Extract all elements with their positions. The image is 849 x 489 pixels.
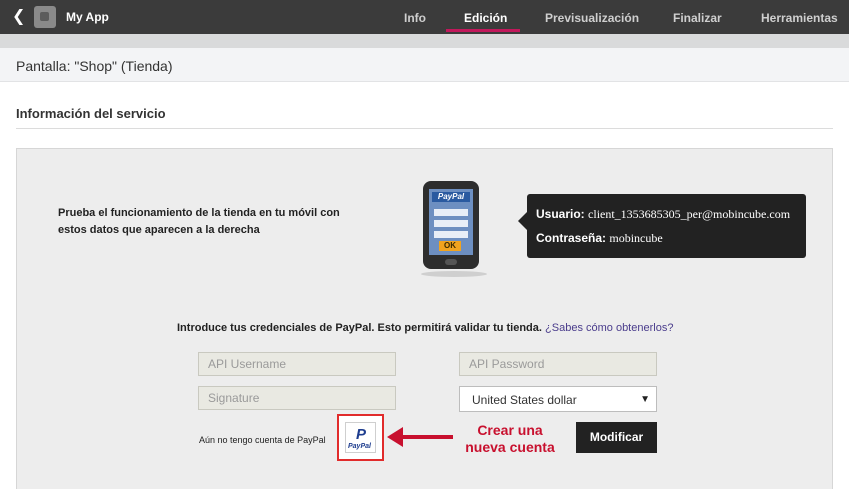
dropdown-arrow-icon: ▼ — [640, 394, 650, 405]
tab-finalizar[interactable]: Finalizar — [673, 11, 722, 25]
phone-shadow — [421, 271, 487, 277]
section-divider — [16, 128, 833, 129]
red-arrow-icon — [387, 427, 453, 447]
tab-info[interactable]: Info — [404, 11, 426, 25]
modify-button[interactable]: Modificar — [576, 422, 657, 453]
phone-screen: PayPal OK — [429, 189, 473, 255]
main-content: Pantalla: "Shop" (Tienda) Información de… — [0, 48, 849, 489]
password-value: mobincube — [609, 231, 663, 245]
paypal-logo-icon: P PayPal — [345, 422, 376, 453]
currency-selected: United States dollar — [472, 393, 577, 407]
password-label: Contraseña: — [536, 231, 607, 245]
annotation-line-2: nueva cuenta — [465, 439, 555, 455]
phone-field-1 — [434, 209, 468, 216]
section-title: Información del servicio — [16, 106, 166, 121]
service-panel: Prueba el funcionamiento de la tienda en… — [16, 148, 833, 489]
screen-title: Pantalla: "Shop" (Tienda) — [16, 58, 173, 74]
how-to-obtain-link[interactable]: ¿Sabes cómo obtenerlos? — [545, 322, 673, 334]
back-arrow-icon[interactable]: ❮ — [12, 8, 26, 26]
credentials-user-line: Usuario: client_1353685305_per@mobincube… — [536, 207, 790, 222]
signature-input[interactable]: Signature — [198, 386, 396, 410]
api-username-input[interactable]: API Username — [198, 352, 396, 376]
user-value: client_1353685305_per@mobincube.com — [588, 207, 791, 221]
user-label: Usuario: — [536, 207, 585, 221]
no-account-text: Aún no tengo cuenta de PayPal — [199, 435, 326, 445]
paypal-logo-text: PayPal — [348, 443, 371, 450]
paypal-signup-button[interactable]: P PayPal — [337, 414, 384, 461]
test-instructions: Prueba el funcionamiento de la tienda en… — [58, 207, 340, 236]
phone-ok-button: OK — [439, 241, 461, 251]
app-icon — [34, 6, 56, 28]
tab-previsualizacion[interactable]: Previsualización — [545, 11, 639, 25]
tab-herramientas[interactable]: Herramientas — [761, 11, 838, 25]
phone-paypal-brand: PayPal — [432, 192, 470, 202]
paypal-intro: Introduce tus credenciales de PayPal. Es… — [177, 322, 673, 334]
paypal-logo-mark: P — [356, 426, 367, 443]
active-tab-indicator — [446, 29, 520, 32]
credentials-tooltip: Usuario: client_1353685305_per@mobincube… — [518, 194, 806, 258]
phone-home-button — [445, 259, 457, 265]
tab-edicion[interactable]: Edición — [464, 11, 507, 25]
paypal-intro-text: Introduce tus credenciales de PayPal. Es… — [177, 322, 542, 334]
app-name: My App — [66, 10, 109, 24]
api-password-input[interactable]: API Password — [459, 352, 657, 376]
phone-field-3 — [434, 231, 468, 238]
credentials-password-line: Contraseña: mobincube — [536, 231, 663, 246]
currency-select[interactable]: United States dollar ▼ — [459, 386, 657, 412]
phone-field-2 — [434, 220, 468, 227]
phone-illustration-icon: PayPal OK — [423, 181, 479, 269]
screen-header: Pantalla: "Shop" (Tienda) — [0, 48, 849, 82]
top-nav-bar: ❮ My App Info Edición Previsualización F… — [0, 0, 849, 34]
annotation-line-1: Crear una — [477, 422, 543, 438]
create-account-annotation: Crear una nueva cuenta — [455, 422, 565, 456]
